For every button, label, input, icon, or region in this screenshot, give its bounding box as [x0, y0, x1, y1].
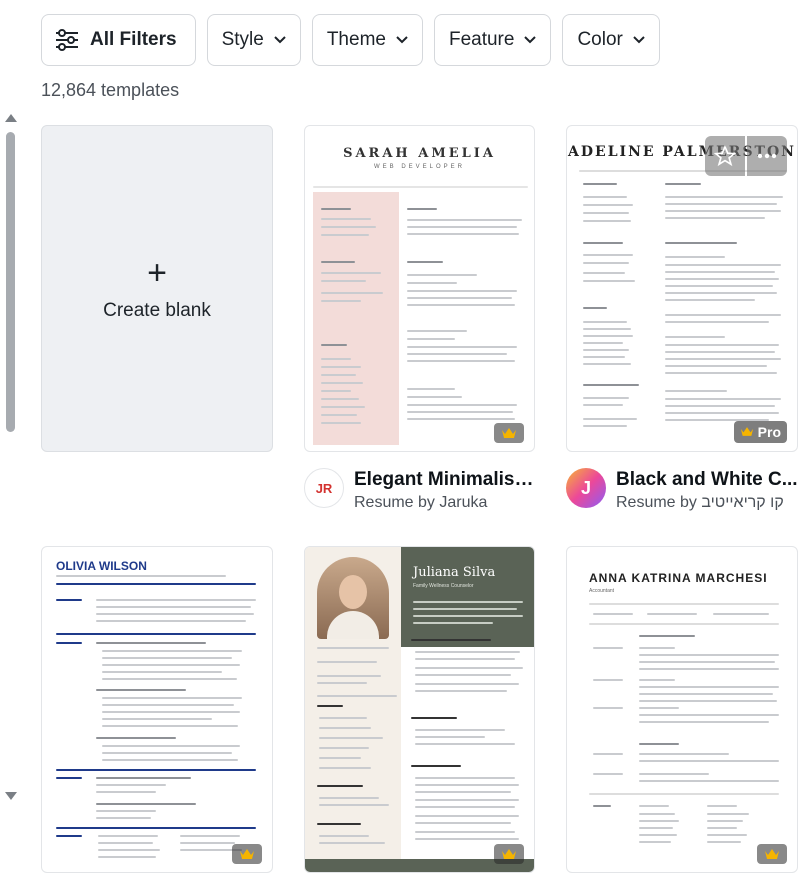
divider: [313, 186, 528, 188]
chevron-down-icon: [524, 36, 537, 44]
pro-label: Pro: [757, 424, 781, 440]
template-card-black-and-white[interactable]: ADELINE PALMERSTON Pro: [566, 125, 798, 452]
template-meta-black-and-white: J Black and White C... Resume by קו קריא…: [566, 468, 798, 514]
template-count: 12,864 templates: [41, 80, 180, 100]
plus-icon: +: [147, 253, 167, 292]
scroll-down-arrow-icon[interactable]: [5, 792, 17, 800]
creator-avatar[interactable]: J: [566, 468, 606, 508]
scroll-up-arrow-icon[interactable]: [5, 114, 17, 122]
chevron-down-icon: [396, 36, 408, 44]
theme-filter-label: Theme: [326, 29, 386, 50]
resume-name: Juliana Silva: [413, 565, 496, 580]
feature-filter-label: Feature: [448, 29, 515, 50]
template-card-elegant-minimalist[interactable]: SARAH AMELIA WEB DEVELOPER: [304, 125, 535, 452]
template-title[interactable]: Black and White C...: [616, 468, 798, 492]
premium-crown-icon: [494, 844, 524, 864]
color-filter-button[interactable]: Color: [562, 14, 660, 66]
premium-crown-icon: [494, 423, 524, 443]
chevron-down-icon: [633, 36, 645, 44]
premium-crown-icon: [232, 844, 262, 864]
resume-role: WEB DEVELOPER: [373, 164, 465, 170]
resume-name: SARAH AMELIA: [343, 146, 496, 161]
resume-header: [401, 547, 534, 647]
resume-role: Family Wellness Counselor: [413, 583, 474, 589]
resume-role: Accountant: [589, 588, 615, 594]
template-creator[interactable]: Resume by קו קריאייטיב: [616, 492, 798, 514]
more-options-icon[interactable]: [747, 136, 787, 176]
premium-crown-icon: [757, 844, 787, 864]
sliders-icon: [54, 28, 80, 52]
feature-filter-button[interactable]: Feature: [433, 14, 552, 66]
template-card-juliana-silva[interactable]: Juliana Silva Family Wellness Counselor: [304, 546, 535, 873]
scrollbar-thumb[interactable]: [6, 132, 15, 432]
template-meta-elegant-minimalist: JR Elegant Minimalist... Resume by Jaruk…: [304, 468, 534, 514]
pro-badge: Pro: [733, 421, 787, 443]
template-card-olivia-wilson[interactable]: OLIVIA WILSON: [41, 546, 273, 873]
filter-bar: All Filters Style Theme Feature Color: [41, 14, 660, 66]
premium-crown-icon: [740, 424, 754, 440]
create-blank-card[interactable]: + Create blank: [41, 125, 273, 452]
resume-name: ANNA KATRINA MARCHESI: [589, 571, 768, 585]
template-title[interactable]: Elegant Minimalist...: [354, 468, 534, 492]
chevron-down-icon: [274, 36, 286, 44]
theme-filter-button[interactable]: Theme: [311, 14, 423, 66]
resume-name: OLIVIA WILSON: [56, 559, 147, 573]
scrollbar[interactable]: [4, 110, 18, 800]
color-filter-label: Color: [577, 29, 623, 50]
all-filters-button[interactable]: All Filters: [41, 14, 196, 66]
template-card-anna-katrina-marchesi[interactable]: ANNA KATRINA MARCHESI Accountant: [566, 546, 798, 873]
all-filters-label: All Filters: [90, 29, 177, 50]
star-icon[interactable]: [705, 136, 745, 176]
creator-avatar[interactable]: JR: [304, 468, 344, 508]
portrait-photo: [317, 557, 389, 639]
template-creator[interactable]: Resume by Jaruka: [354, 492, 534, 514]
style-filter-label: Style: [221, 29, 264, 50]
card-hover-actions: [705, 136, 787, 176]
create-blank-label: Create blank: [103, 299, 211, 321]
style-filter-button[interactable]: Style: [206, 14, 301, 66]
